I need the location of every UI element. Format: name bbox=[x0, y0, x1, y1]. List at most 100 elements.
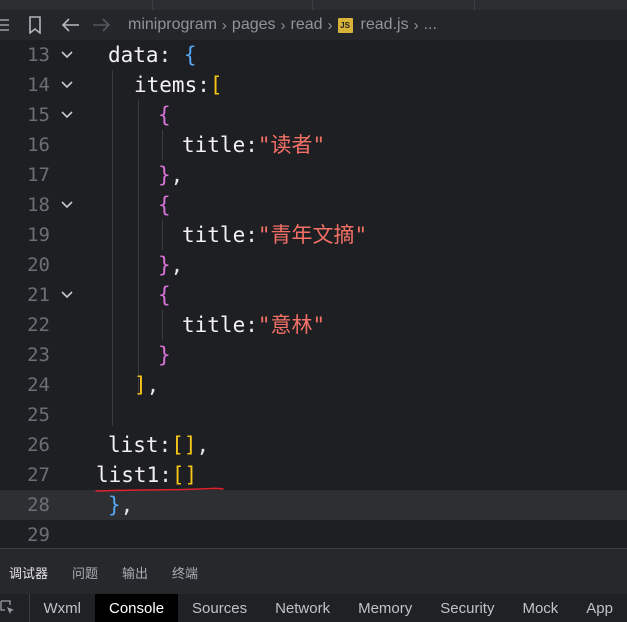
tab-separator bbox=[474, 0, 475, 10]
code-line[interactable]: 15 { bbox=[0, 100, 627, 130]
chevron-right-icon: › bbox=[221, 16, 227, 34]
code-token: : bbox=[158, 433, 172, 457]
line-number: 21 bbox=[27, 284, 50, 306]
string-literal: "读者" bbox=[257, 133, 326, 157]
line-number: 13 bbox=[27, 44, 50, 66]
devtools-tab-console[interactable]: Console bbox=[95, 594, 179, 622]
devtools-tab-network[interactable]: Network bbox=[261, 594, 344, 622]
code-line[interactable]: 24 ], bbox=[0, 370, 627, 400]
line-number: 28 bbox=[27, 494, 50, 516]
code-token: , bbox=[170, 253, 184, 277]
line-number: 18 bbox=[27, 194, 50, 216]
code-token: list bbox=[108, 433, 159, 457]
chevron-right-icon: › bbox=[280, 16, 286, 34]
code-token: , bbox=[196, 433, 210, 457]
code-token: { bbox=[158, 103, 171, 127]
code-token: { bbox=[158, 283, 171, 307]
chevron-right-icon: › bbox=[327, 16, 333, 34]
code-line[interactable]: 17 }, bbox=[0, 160, 627, 190]
devtools-tab-app[interactable]: App bbox=[572, 594, 627, 622]
bookmark-icon[interactable] bbox=[24, 14, 46, 36]
devtools-tab-sources[interactable]: Sources bbox=[178, 594, 261, 622]
breadcrumb-item-file[interactable]: read.js bbox=[361, 16, 409, 34]
line-number: 27 bbox=[27, 464, 50, 486]
devtools-tabs: Wxml Console Sources Network Memory Secu… bbox=[0, 594, 627, 622]
code-token: { bbox=[183, 43, 197, 67]
devtools-tab-memory[interactable]: Memory bbox=[344, 594, 426, 622]
code-token: items bbox=[134, 73, 198, 97]
code-line[interactable]: 23 } bbox=[0, 340, 627, 370]
code-line[interactable]: 13 data: { bbox=[0, 40, 627, 70]
code-line[interactable]: 21 { bbox=[0, 280, 627, 310]
line-number: 14 bbox=[27, 74, 50, 96]
code-token: { bbox=[158, 193, 171, 217]
code-line[interactable]: 14 items:[ bbox=[0, 70, 627, 100]
code-token: list1 bbox=[96, 463, 160, 487]
menu-icon[interactable] bbox=[0, 14, 12, 36]
code-line[interactable]: 29 bbox=[0, 520, 627, 548]
tab-problems[interactable]: 问题 bbox=[72, 563, 98, 582]
code-token: } bbox=[158, 343, 171, 367]
line-number: 16 bbox=[27, 134, 50, 156]
tab-output[interactable]: 输出 bbox=[122, 563, 148, 582]
code-token: , bbox=[170, 163, 184, 187]
fold-chevron-icon[interactable] bbox=[58, 40, 76, 70]
fold-chevron-icon[interactable] bbox=[58, 190, 76, 220]
tab-terminal[interactable]: 终端 bbox=[172, 563, 198, 582]
line-number: 24 bbox=[27, 374, 50, 396]
tab-separator bbox=[312, 0, 313, 10]
debug-panel-tabs: 调试器 问题 输出 终端 bbox=[0, 548, 627, 595]
chevron-right-icon: › bbox=[413, 16, 419, 34]
line-number: 17 bbox=[27, 164, 50, 186]
code-token: data bbox=[108, 43, 159, 67]
string-literal: "意林" bbox=[257, 313, 326, 337]
breadcrumb-overflow[interactable]: ... bbox=[424, 16, 437, 34]
fold-chevron-icon[interactable] bbox=[58, 280, 76, 310]
line-number: 20 bbox=[27, 254, 50, 276]
code-line[interactable]: 16 title:"读者" bbox=[0, 130, 627, 160]
code-token: } bbox=[158, 163, 171, 187]
code-token: [ bbox=[209, 73, 223, 97]
tab-separator bbox=[152, 0, 153, 10]
code-line[interactable]: 22 title:"意林" bbox=[0, 310, 627, 340]
line-number: 23 bbox=[27, 344, 50, 366]
js-file-icon: JS bbox=[337, 17, 353, 33]
code-token: } bbox=[108, 493, 121, 517]
breadcrumb-item-read[interactable]: read bbox=[291, 16, 323, 34]
error-underline bbox=[95, 487, 224, 492]
editor-tab-strip bbox=[0, 0, 627, 10]
code-line[interactable]: 25 bbox=[0, 400, 627, 430]
tab-debugger[interactable]: 调试器 bbox=[9, 563, 48, 582]
forward-arrow-icon[interactable] bbox=[90, 14, 112, 36]
fold-chevron-icon[interactable] bbox=[58, 70, 76, 100]
string-literal: "青年文摘" bbox=[257, 223, 368, 247]
code-token: , bbox=[120, 493, 134, 517]
code-line[interactable]: 20 }, bbox=[0, 250, 627, 280]
line-number: 29 bbox=[27, 524, 50, 546]
code-token: [] bbox=[171, 433, 197, 457]
line-number: 19 bbox=[27, 224, 50, 246]
breadcrumb-item-pages[interactable]: pages bbox=[232, 16, 276, 34]
fold-chevron-icon[interactable] bbox=[58, 100, 76, 130]
line-number: 25 bbox=[27, 404, 50, 426]
code-editor[interactable]: 13 data: { 14 items:[ 15 { 16 title:"读者"… bbox=[0, 40, 627, 548]
code-token: ] bbox=[134, 373, 147, 397]
code-token: } bbox=[158, 253, 171, 277]
code-line[interactable]: 18 { bbox=[0, 190, 627, 220]
inspect-element-icon[interactable] bbox=[0, 594, 30, 622]
code-line[interactable]: 26 list:[], bbox=[0, 430, 627, 460]
code-token: : bbox=[159, 463, 172, 487]
breadcrumb-item-miniprogram[interactable]: miniprogram bbox=[128, 16, 217, 34]
code-line-active[interactable]: 28 }, bbox=[0, 490, 627, 520]
devtools-tab-security[interactable]: Security bbox=[426, 594, 508, 622]
devtools-tab-wxml[interactable]: Wxml bbox=[30, 594, 96, 622]
back-arrow-icon[interactable] bbox=[60, 14, 82, 36]
code-token: [] bbox=[171, 463, 198, 487]
code-token: : bbox=[158, 43, 184, 67]
line-number: 15 bbox=[27, 104, 50, 126]
code-token: : bbox=[245, 223, 258, 247]
code-line[interactable]: 19 title:"青年文摘" bbox=[0, 220, 627, 250]
code-token: , bbox=[146, 373, 160, 397]
devtools-tab-mock[interactable]: Mock bbox=[508, 594, 572, 622]
code-token: title bbox=[182, 133, 246, 157]
